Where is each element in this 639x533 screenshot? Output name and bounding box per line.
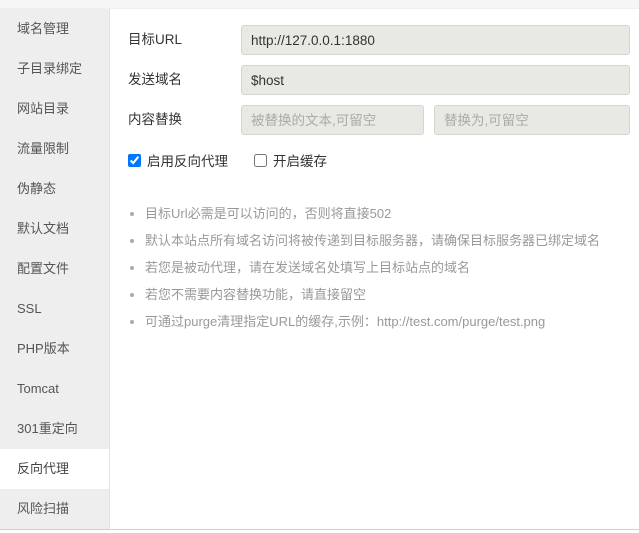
top-divider-strip	[0, 0, 639, 9]
sidebar-item-label: 默认文档	[17, 221, 70, 236]
sidebar-item-traffic-limit[interactable]: 流量限制	[0, 129, 109, 169]
content-replace-label: 内容替换	[128, 112, 182, 127]
list-item: 可通过purge清理指定URL的缓存,示例：http://test.com/pu…	[125, 308, 600, 335]
send-domain-input[interactable]	[241, 65, 630, 95]
target-url-label: 目标URL	[128, 32, 183, 47]
note-text: 目标Url必需是可以访问的，否则将直接502	[145, 206, 392, 221]
bottom-divider-strip	[0, 529, 639, 533]
sidebar-item-301-redirect[interactable]: 301重定向	[0, 409, 109, 449]
note-text: 默认本站点所有域名访问将被传递到目标服务器，请确保目标服务器已绑定域名	[145, 233, 601, 248]
sidebar-item-label: 网站目录	[17, 101, 70, 116]
sidebar-item-label: PHP版本	[17, 341, 70, 356]
sidebar-item-domain-management[interactable]: 域名管理	[0, 9, 109, 49]
send-domain-label: 发送域名	[128, 72, 182, 87]
help-notes-list: 目标Url必需是可以访问的，否则将直接502 默认本站点所有域名访问将被传递到目…	[125, 200, 600, 335]
bullet-icon	[130, 239, 134, 243]
sidebar-item-label: 流量限制	[17, 141, 70, 156]
sidebar-item-label: 伪静态	[17, 181, 57, 196]
sidebar-item-label: 301重定向	[17, 421, 78, 436]
content-replace-from-input[interactable]	[241, 105, 424, 135]
sidebar-item-label: 域名管理	[17, 21, 70, 36]
sidebar-item-tomcat[interactable]: Tomcat	[0, 369, 109, 409]
sidebar-item-risk-scan[interactable]: 风险扫描	[0, 489, 109, 529]
enable-cache-checkbox-wrap[interactable]: 开启缓存	[254, 150, 327, 170]
sidebar-item-label: Tomcat	[17, 381, 59, 396]
sidebar-item-subdirectory-binding[interactable]: 子目录绑定	[0, 49, 109, 89]
send-domain-row: 发送域名	[128, 65, 630, 95]
sidebar-item-label: 反向代理	[17, 461, 70, 476]
content-replace-row: 内容替换	[128, 105, 630, 135]
enable-reverse-proxy-label: 启用反向代理	[147, 154, 228, 169]
enable-cache-label: 开启缓存	[273, 154, 327, 169]
note-text: 可通过purge清理指定URL的缓存,示例：http://test.com/pu…	[145, 314, 546, 329]
list-item: 若您不需要内容替换功能，请直接留空	[125, 281, 600, 308]
reverse-proxy-form: 目标URL 发送域名 内容替换 启用反向代理 开启缓存	[111, 9, 639, 528]
bullet-icon	[130, 212, 134, 216]
sidebar-item-reverse-proxy[interactable]: 反向代理	[0, 449, 109, 489]
note-text: 若您是被动代理，请在发送域名处填写上目标站点的域名	[145, 260, 471, 275]
reverse-proxy-settings-panel: 域名管理 子目录绑定 网站目录 流量限制 伪静态 默认文档 配置文件 SSL P…	[0, 0, 639, 533]
sidebar-item-php-version[interactable]: PHP版本	[0, 329, 109, 369]
sidebar-item-site-directory[interactable]: 网站目录	[0, 89, 109, 129]
enable-reverse-proxy-checkbox[interactable]	[128, 153, 141, 167]
sidebar-item-config-file[interactable]: 配置文件	[0, 249, 109, 289]
list-item: 目标Url必需是可以访问的，否则将直接502	[125, 200, 600, 227]
enable-cache-checkbox[interactable]	[254, 153, 267, 167]
sidebar-item-ssl[interactable]: SSL	[0, 289, 109, 329]
enable-reverse-proxy-checkbox-wrap[interactable]: 启用反向代理	[128, 150, 228, 170]
note-text: 若您不需要内容替换功能，请直接留空	[145, 287, 367, 302]
options-row: 启用反向代理 开启缓存	[128, 149, 353, 171]
content-replace-to-input[interactable]	[434, 105, 630, 135]
list-item: 默认本站点所有域名访问将被传递到目标服务器，请确保目标服务器已绑定域名	[125, 227, 600, 254]
sidebar-item-pseudo-static[interactable]: 伪静态	[0, 169, 109, 209]
target-url-row: 目标URL	[128, 25, 630, 55]
bullet-icon	[130, 320, 134, 324]
sidebar-item-label: SSL	[17, 301, 42, 316]
target-url-input[interactable]	[241, 25, 630, 55]
sidebar-item-label: 风险扫描	[17, 501, 70, 516]
sidebar-item-default-document[interactable]: 默认文档	[0, 209, 109, 249]
sidebar-item-label: 配置文件	[17, 261, 70, 276]
bullet-icon	[130, 293, 134, 297]
bullet-icon	[130, 266, 134, 270]
list-item: 若您是被动代理，请在发送域名处填写上目标站点的域名	[125, 254, 600, 281]
settings-sidebar: 域名管理 子目录绑定 网站目录 流量限制 伪静态 默认文档 配置文件 SSL P…	[0, 9, 110, 529]
sidebar-item-label: 子目录绑定	[17, 61, 83, 76]
